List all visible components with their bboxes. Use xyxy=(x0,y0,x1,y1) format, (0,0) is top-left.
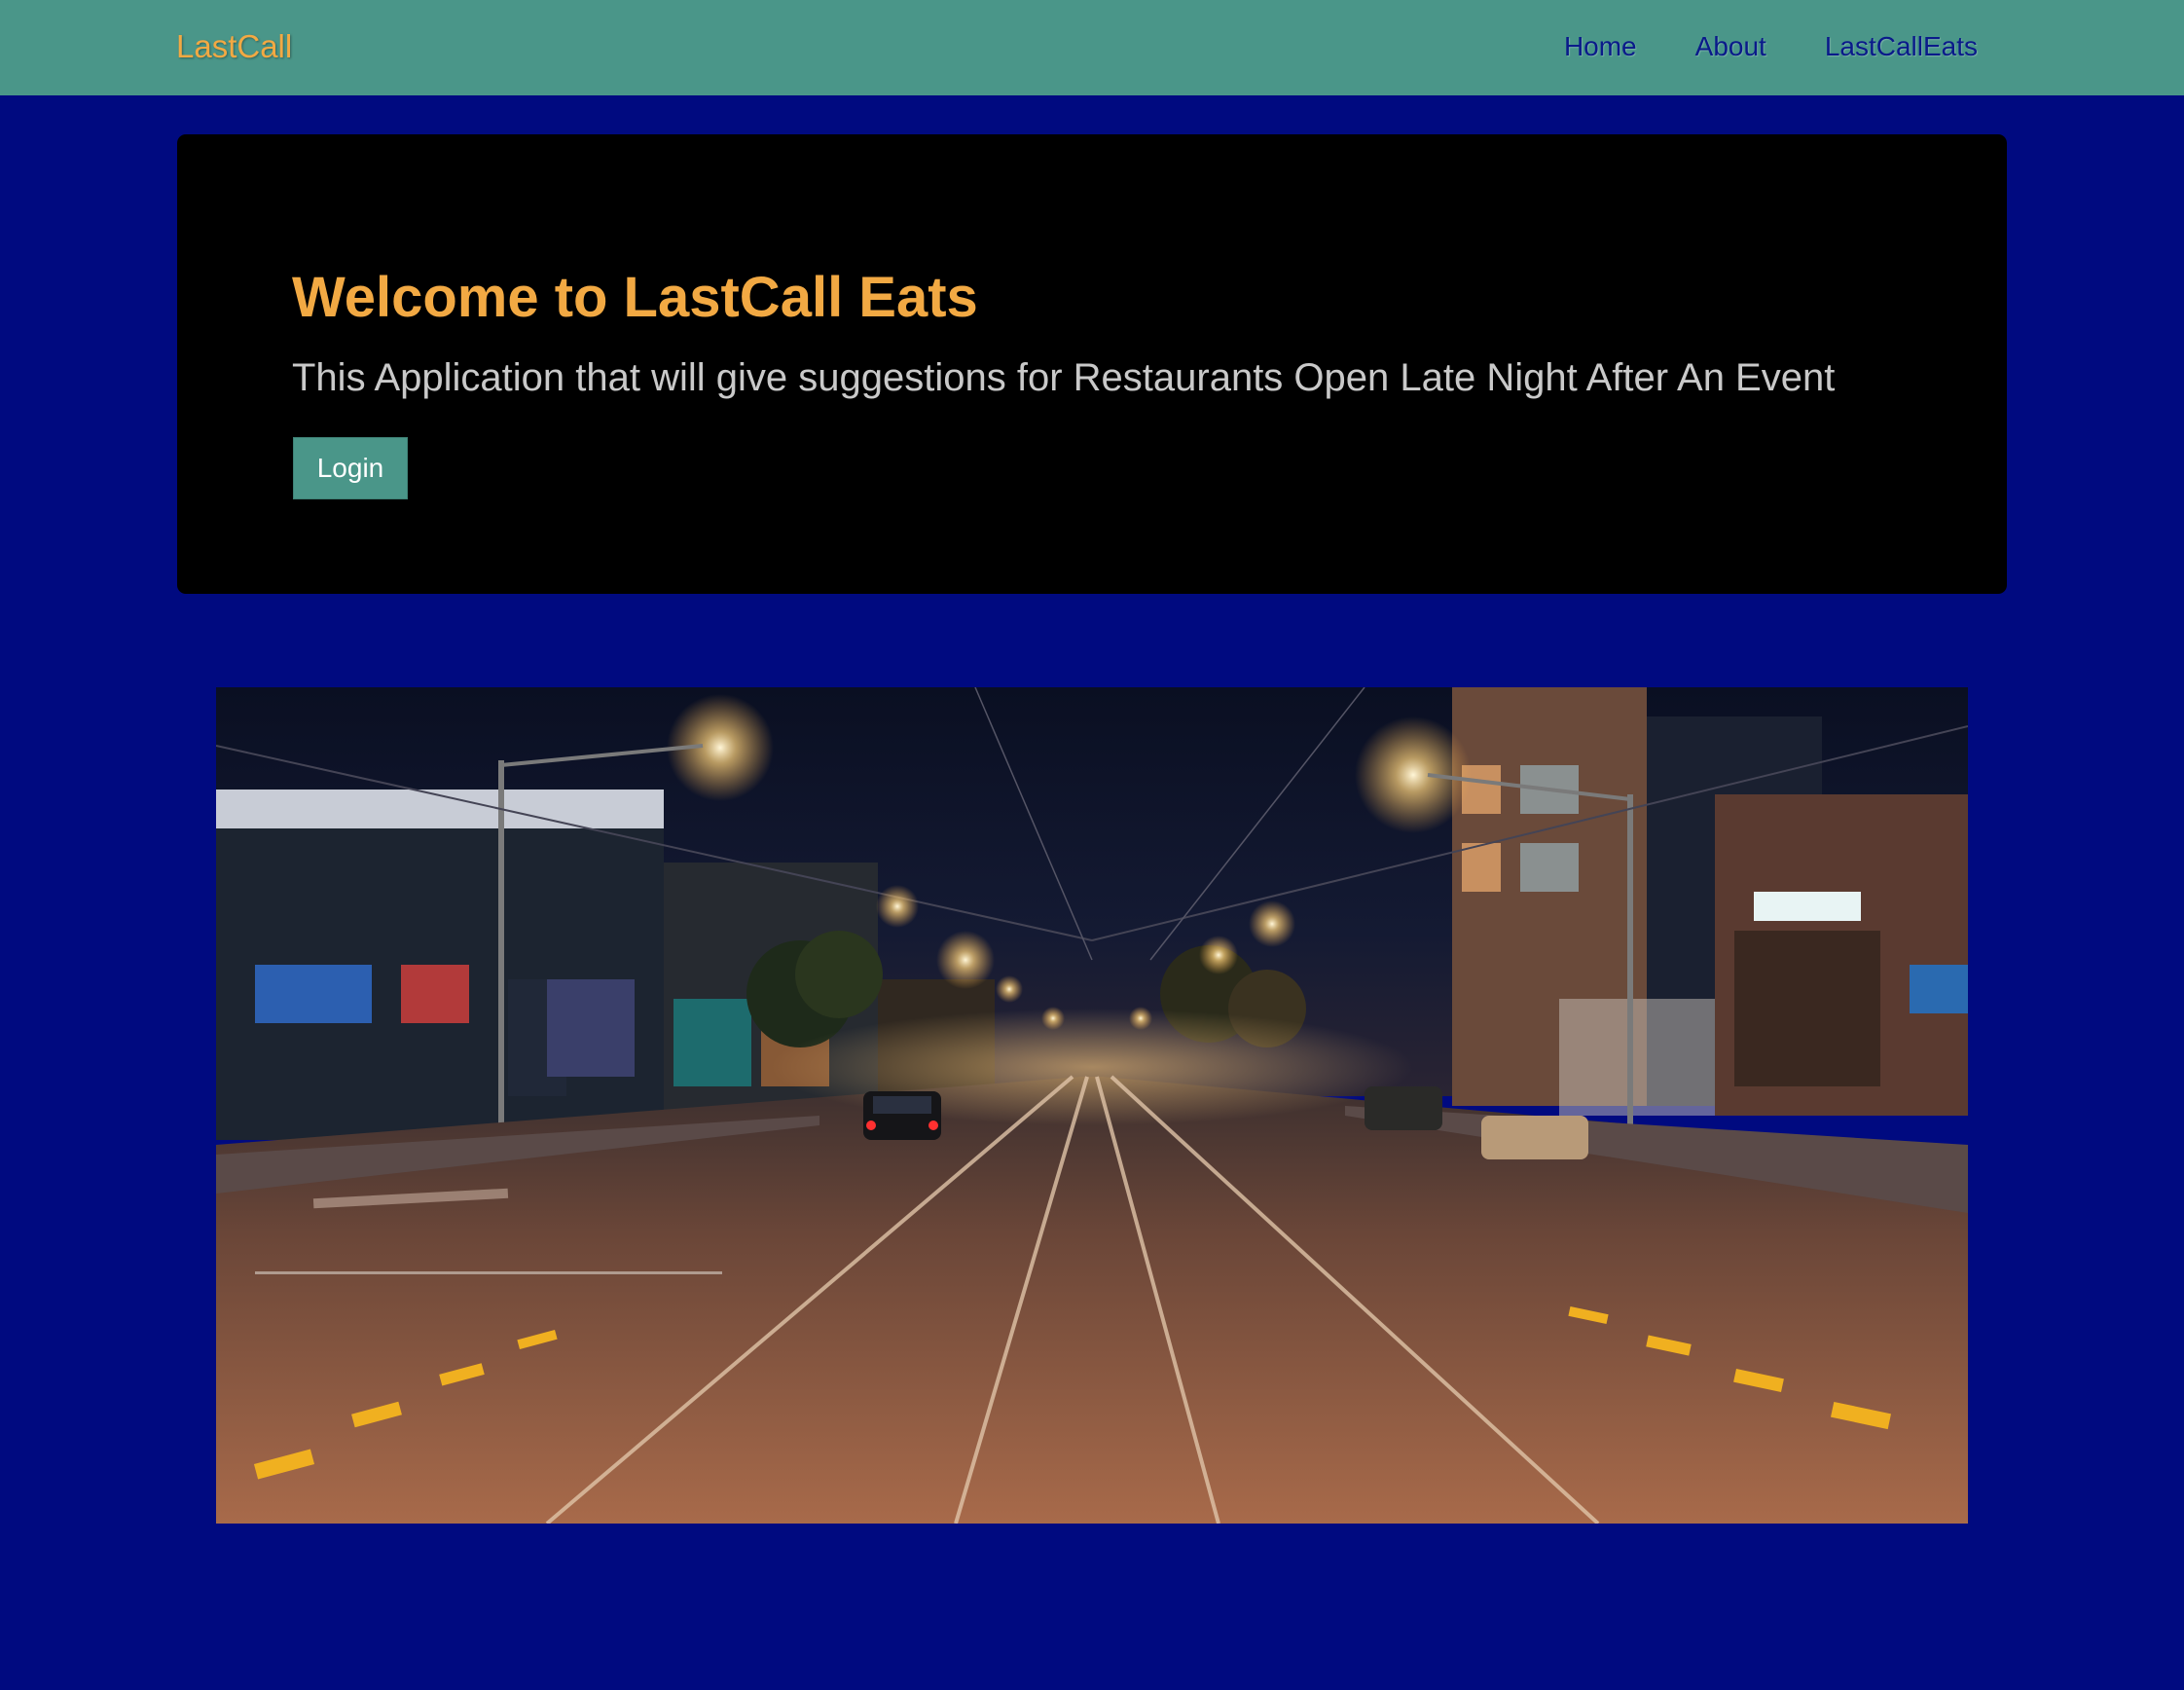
nav-link-lastcalleats[interactable]: LastCallEats xyxy=(1825,27,1978,66)
nav-links: Home About LastCallEats xyxy=(1564,27,1978,66)
hero-image-night-street xyxy=(216,687,1968,1524)
login-button[interactable]: Login xyxy=(293,437,408,499)
welcome-jumbotron: Welcome to LastCall Eats This Applicatio… xyxy=(177,134,2007,594)
nav-link-about[interactable]: About xyxy=(1695,27,1766,66)
page-title: Welcome to LastCall Eats xyxy=(292,266,978,329)
brand-link[interactable]: LastCall xyxy=(176,27,292,66)
app-description: This Application that will give suggesti… xyxy=(292,356,1836,399)
top-navbar: LastCall Home About LastCallEats xyxy=(0,0,2184,95)
nav-link-home[interactable]: Home xyxy=(1564,27,1637,66)
